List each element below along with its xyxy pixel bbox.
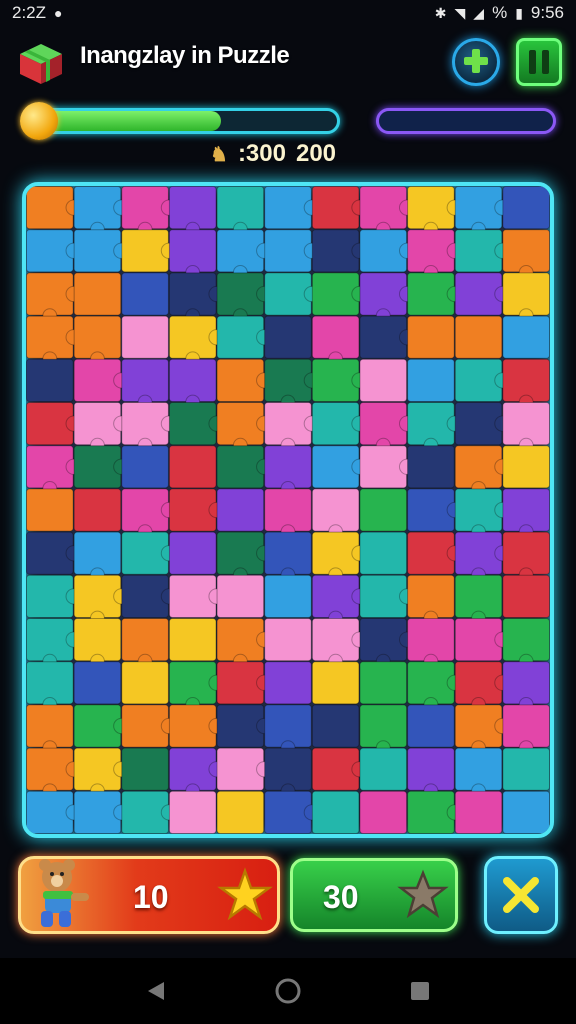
app-title: Inangzlay in Puzzle xyxy=(80,42,290,69)
status-time: 2:2Z xyxy=(12,3,47,22)
add-icon xyxy=(464,49,488,73)
gray-star-icon xyxy=(397,869,449,919)
home-circle-icon xyxy=(275,978,301,1004)
app-header: Inangzlay in Puzzle xyxy=(0,30,576,100)
wifi-icon: ◥ xyxy=(454,4,466,21)
puzzle-grid[interactable] xyxy=(26,186,550,834)
score-target: 200 xyxy=(295,140,337,167)
bear-avatar-icon xyxy=(39,859,89,927)
pause-button[interactable] xyxy=(516,38,562,86)
add-button[interactable] xyxy=(452,38,500,86)
score-row: ♞ :300 200 xyxy=(210,140,336,168)
status-right-time: 9:56 xyxy=(530,3,564,22)
nav-home-button[interactable] xyxy=(273,976,303,1006)
game-footer: 10 30 xyxy=(0,850,576,940)
signal-icon: ◢ xyxy=(473,4,485,21)
level-progress-fill xyxy=(31,111,221,131)
close-button[interactable] xyxy=(484,856,558,934)
score-icon: ♞ xyxy=(210,143,228,166)
bluetooth-icon: ✱ xyxy=(434,4,447,21)
board-gloss xyxy=(26,186,550,834)
battery-icon: ▮ xyxy=(515,4,523,21)
coin-icon xyxy=(20,102,58,140)
target-value: 30 xyxy=(323,879,359,915)
score-value: :300 xyxy=(237,140,286,167)
close-icon xyxy=(503,877,539,913)
moves-value: 10 xyxy=(133,879,169,915)
notification-icon: ● xyxy=(54,5,63,21)
recents-square-icon xyxy=(411,982,429,1000)
target-panel: 30 xyxy=(290,858,458,932)
nav-recents-button[interactable] xyxy=(405,976,435,1006)
level-progress-bar xyxy=(28,108,340,134)
battery-indicator: % xyxy=(492,3,508,22)
gold-star-icon xyxy=(217,867,273,921)
nav-back-button[interactable] xyxy=(141,976,171,1006)
puzzle-board[interactable] xyxy=(22,182,554,838)
secondary-progress-bar xyxy=(376,108,556,134)
back-triangle-icon xyxy=(148,982,164,1000)
status-left: 2:2Z ● xyxy=(12,3,63,23)
pause-icon xyxy=(529,50,536,74)
moves-panel: 10 xyxy=(18,856,280,934)
pause-icon-bar xyxy=(542,50,549,74)
status-right: ✱ ◥ ◢ % ▮ 9:56 xyxy=(435,3,564,23)
status-bar: 2:2Z ● ✱ ◥ ◢ % ▮ 9:56 xyxy=(0,0,576,26)
system-navigation-bar xyxy=(0,958,576,1024)
gift-box-icon xyxy=(20,44,62,84)
